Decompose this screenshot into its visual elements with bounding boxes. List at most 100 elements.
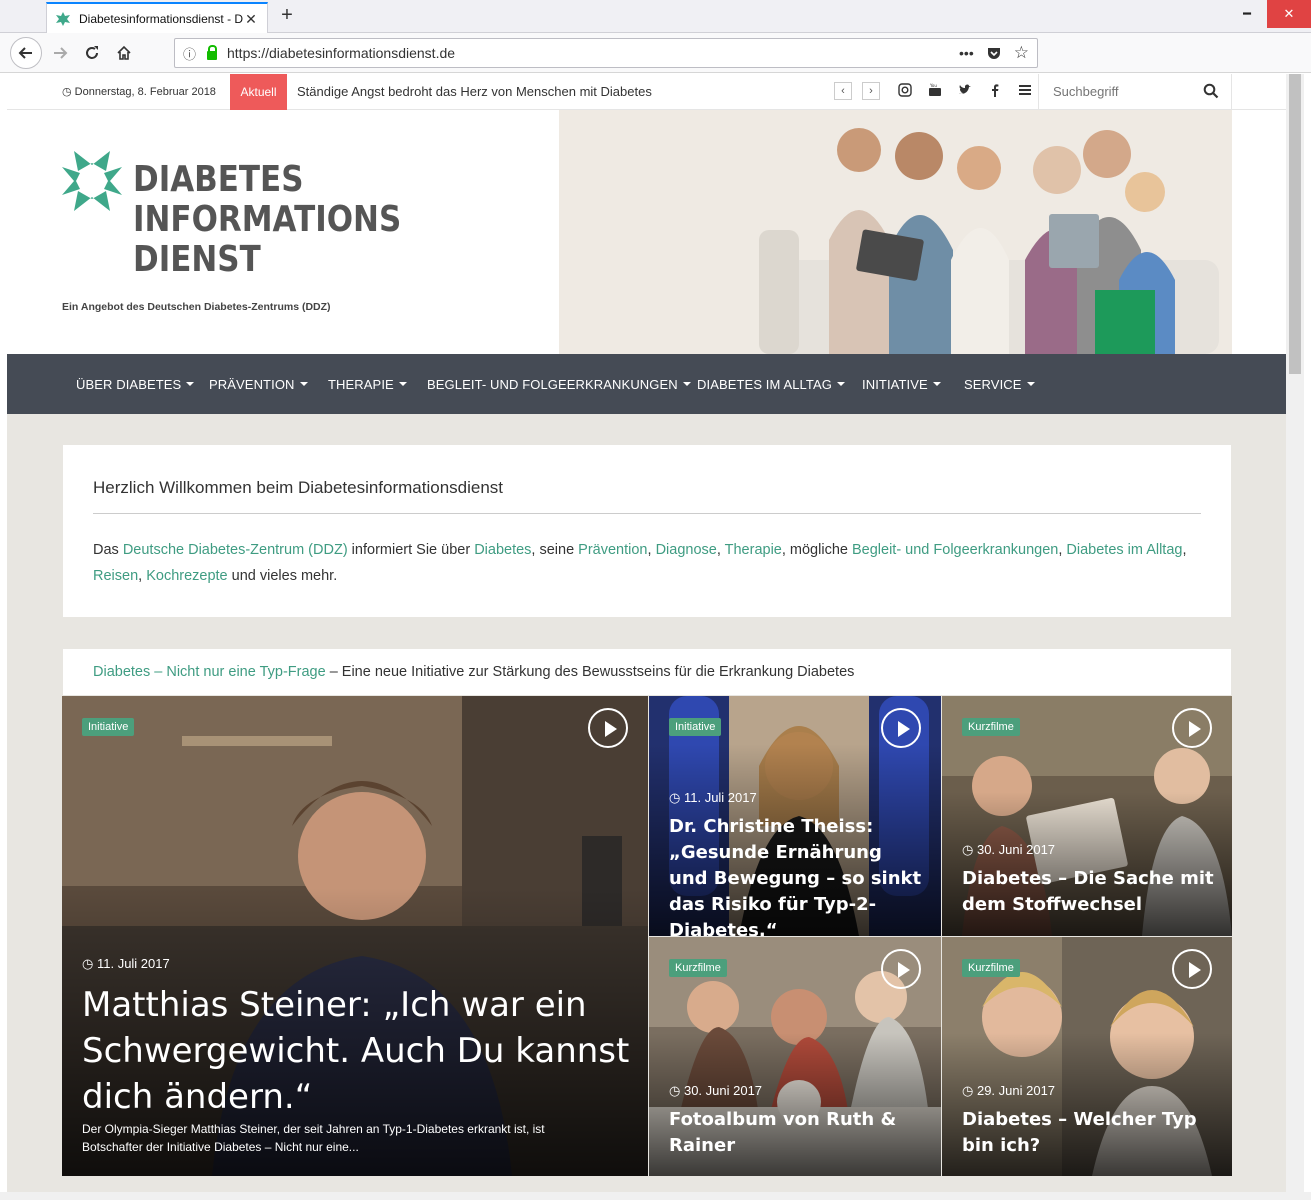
- bookmark-star-icon[interactable]: ☆: [1014, 43, 1029, 63]
- home-icon: [117, 45, 131, 60]
- browser-toolbar: ⓘ https://diabetesinformationsdienst.de …: [0, 33, 1311, 73]
- ticker-prev-button[interactable]: ‹: [834, 82, 852, 100]
- address-bar[interactable]: ⓘ https://diabetesinformationsdienst.de …: [174, 38, 1038, 68]
- more-actions-icon[interactable]: •••: [959, 45, 974, 61]
- nav-item-therapie[interactable]: THERAPIE: [328, 377, 407, 392]
- category-badge[interactable]: Kurzfilme: [669, 959, 727, 977]
- nav-item-begleit-folgeerkrankungen[interactable]: BEGLEIT- UND FOLGEERKRANKUNGEN: [427, 377, 691, 392]
- caret-down-icon: [932, 382, 941, 386]
- nav-item-praevention[interactable]: PRÄVENTION: [209, 377, 308, 392]
- url-text[interactable]: https://diabetesinformationsdienst.de: [227, 45, 947, 61]
- caret-down-icon: [398, 382, 407, 386]
- featured-card[interactable]: Initiative ◷ 11. Juli 2017 Dr. Christine…: [649, 696, 941, 936]
- logo-wordmark[interactable]: DIABETES INFORMATIONS DIENST: [133, 160, 401, 280]
- link-therapie[interactable]: Therapie: [725, 542, 782, 558]
- link-diabetes-im-alltag[interactable]: Diabetes im Alltag: [1066, 542, 1182, 558]
- link-diabetes[interactable]: Diabetes: [474, 542, 531, 558]
- minimize-icon[interactable]: ━: [1231, 0, 1263, 28]
- caret-down-icon: [1026, 382, 1035, 386]
- welcome-text: Das Deutsche Diabetes-Zentrum (DDZ) info…: [93, 537, 1201, 589]
- nav-label: BEGLEIT- UND FOLGEERKRANKUNGEN: [427, 377, 678, 392]
- current-date: ◷ Donnerstag, 8. Februar 2018: [62, 85, 216, 98]
- reload-button[interactable]: [76, 37, 108, 69]
- nav-item-diabetes-im-alltag[interactable]: DIABETES IM ALLTAG: [697, 377, 845, 392]
- forward-button[interactable]: [44, 37, 76, 69]
- search-icon[interactable]: [1203, 83, 1219, 99]
- play-icon[interactable]: [881, 708, 921, 748]
- text-segment: ,: [716, 542, 725, 558]
- top-info-bar: ◷ Donnerstag, 8. Februar 2018 Aktuell St…: [7, 74, 1286, 110]
- caret-down-icon: [682, 382, 691, 386]
- tab-close-icon[interactable]: ✕: [243, 11, 259, 28]
- featured-card[interactable]: Kurzfilme ◷ 30. Juni 2017 Fotoalbum von …: [649, 937, 941, 1176]
- arrow-left-icon: [18, 47, 32, 59]
- category-badge[interactable]: Initiative: [82, 718, 135, 736]
- featured-card[interactable]: Kurzfilme ◷ 30. Juni 2017 Diabetes – Die…: [942, 696, 1232, 936]
- featured-grid: Initiative ◷ 11. Juli 2017 Matthias Stei…: [62, 696, 1232, 1176]
- clock-icon: ◷: [82, 956, 94, 971]
- category-badge[interactable]: Kurzfilme: [962, 959, 1020, 977]
- card-date-text: 29. Juni 2017: [976, 1083, 1056, 1098]
- nav-item-service[interactable]: SERVICE: [964, 377, 1035, 392]
- youtube-icon[interactable]: You: [926, 83, 944, 97]
- link-praevention[interactable]: Prävention: [578, 542, 647, 558]
- instagram-icon[interactable]: [896, 83, 914, 97]
- info-icon[interactable]: ⓘ: [183, 44, 201, 63]
- featured-card[interactable]: Kurzfilme ◷ 29. Juni 2017 Diabetes – Wel…: [942, 937, 1232, 1176]
- play-icon[interactable]: [881, 949, 921, 989]
- reload-icon: [86, 46, 98, 59]
- card-title[interactable]: Diabetes – Welcher Typ bin ich?: [962, 1107, 1214, 1159]
- link-ddz[interactable]: Deutsche Diabetes-Zentrum (DDZ): [123, 542, 348, 558]
- arrow-right-icon: [54, 47, 68, 59]
- category-badge[interactable]: Initiative: [669, 718, 722, 736]
- text-segment: , mögliche: [781, 542, 852, 558]
- logo-line-3: DIENST: [133, 239, 261, 280]
- clock-icon: ◷: [62, 86, 72, 98]
- initiative-link[interactable]: Diabetes – Nicht nur eine Typ-Frage: [93, 664, 326, 680]
- nav-item-ueber-diabetes[interactable]: ÜBER DIABETES: [76, 377, 195, 392]
- site-header: DIABETES INFORMATIONS DIENST Ein Angebot…: [7, 110, 1286, 354]
- lock-icon: [207, 44, 217, 60]
- close-icon[interactable]: ✕: [1267, 0, 1311, 28]
- initiative-banner: Diabetes – Nicht nur eine Typ-Frage – Ei…: [63, 649, 1231, 695]
- menu-icon[interactable]: [1016, 83, 1034, 97]
- ticker-next-button[interactable]: ›: [862, 82, 880, 100]
- search-input[interactable]: [1053, 84, 1193, 99]
- home-button[interactable]: [108, 37, 140, 69]
- aktuell-badge: Aktuell: [230, 74, 287, 110]
- news-ticker-link[interactable]: Ständige Angst bedroht das Herz von Mens…: [297, 84, 652, 99]
- family-illustration: [559, 110, 1232, 354]
- pocket-icon[interactable]: [986, 45, 1002, 61]
- link-kochrezepte[interactable]: Kochrezepte: [146, 568, 227, 584]
- card-title[interactable]: Fotoalbum von Ruth & Rainer: [669, 1107, 923, 1159]
- facebook-icon[interactable]: [986, 83, 1004, 97]
- tab-title: Diabetesinformationsdienst - D: [79, 12, 243, 26]
- caret-down-icon: [186, 382, 195, 386]
- play-icon[interactable]: [1172, 949, 1212, 989]
- play-icon[interactable]: [1172, 708, 1212, 748]
- link-reisen[interactable]: Reisen: [93, 568, 138, 584]
- caret-down-icon: [836, 382, 845, 386]
- current-date-text: Donnerstag, 8. Februar 2018: [74, 86, 216, 98]
- nav-label: INITIATIVE: [862, 377, 928, 392]
- play-icon[interactable]: [588, 708, 628, 748]
- featured-card-large[interactable]: Initiative ◷ 11. Juli 2017 Matthias Stei…: [62, 696, 648, 1176]
- new-tab-button[interactable]: +: [276, 4, 298, 27]
- nav-item-initiative[interactable]: INITIATIVE: [862, 377, 941, 392]
- ddz-logo-icon[interactable]: [60, 149, 124, 213]
- browser-tab[interactable]: Diabetesinformationsdienst - D ✕: [46, 2, 268, 34]
- link-diagnose[interactable]: Diagnose: [656, 542, 717, 558]
- clock-icon: ◷: [962, 1083, 974, 1098]
- scrollbar-thumb[interactable]: [1289, 74, 1301, 374]
- twitter-icon[interactable]: [956, 83, 974, 97]
- back-button[interactable]: [10, 37, 42, 69]
- card-date: ◷ 11. Juli 2017: [82, 956, 170, 972]
- link-begleit-folgeerkrankungen[interactable]: Begleit- und Folgeerkrankungen: [852, 542, 1058, 558]
- nav-label: THERAPIE: [328, 377, 394, 392]
- category-badge[interactable]: Kurzfilme: [962, 718, 1020, 736]
- card-date: ◷ 29. Juni 2017: [962, 1083, 1055, 1099]
- card-title[interactable]: Dr. Christine Theiss: „Gesunde Ernährung…: [669, 814, 923, 936]
- card-title[interactable]: Matthias Steiner: „Ich war ein Schwergew…: [82, 982, 630, 1120]
- page-scrollbar[interactable]: [1286, 74, 1304, 1192]
- card-title[interactable]: Diabetes – Die Sache mit dem Stoffwechse…: [962, 866, 1214, 918]
